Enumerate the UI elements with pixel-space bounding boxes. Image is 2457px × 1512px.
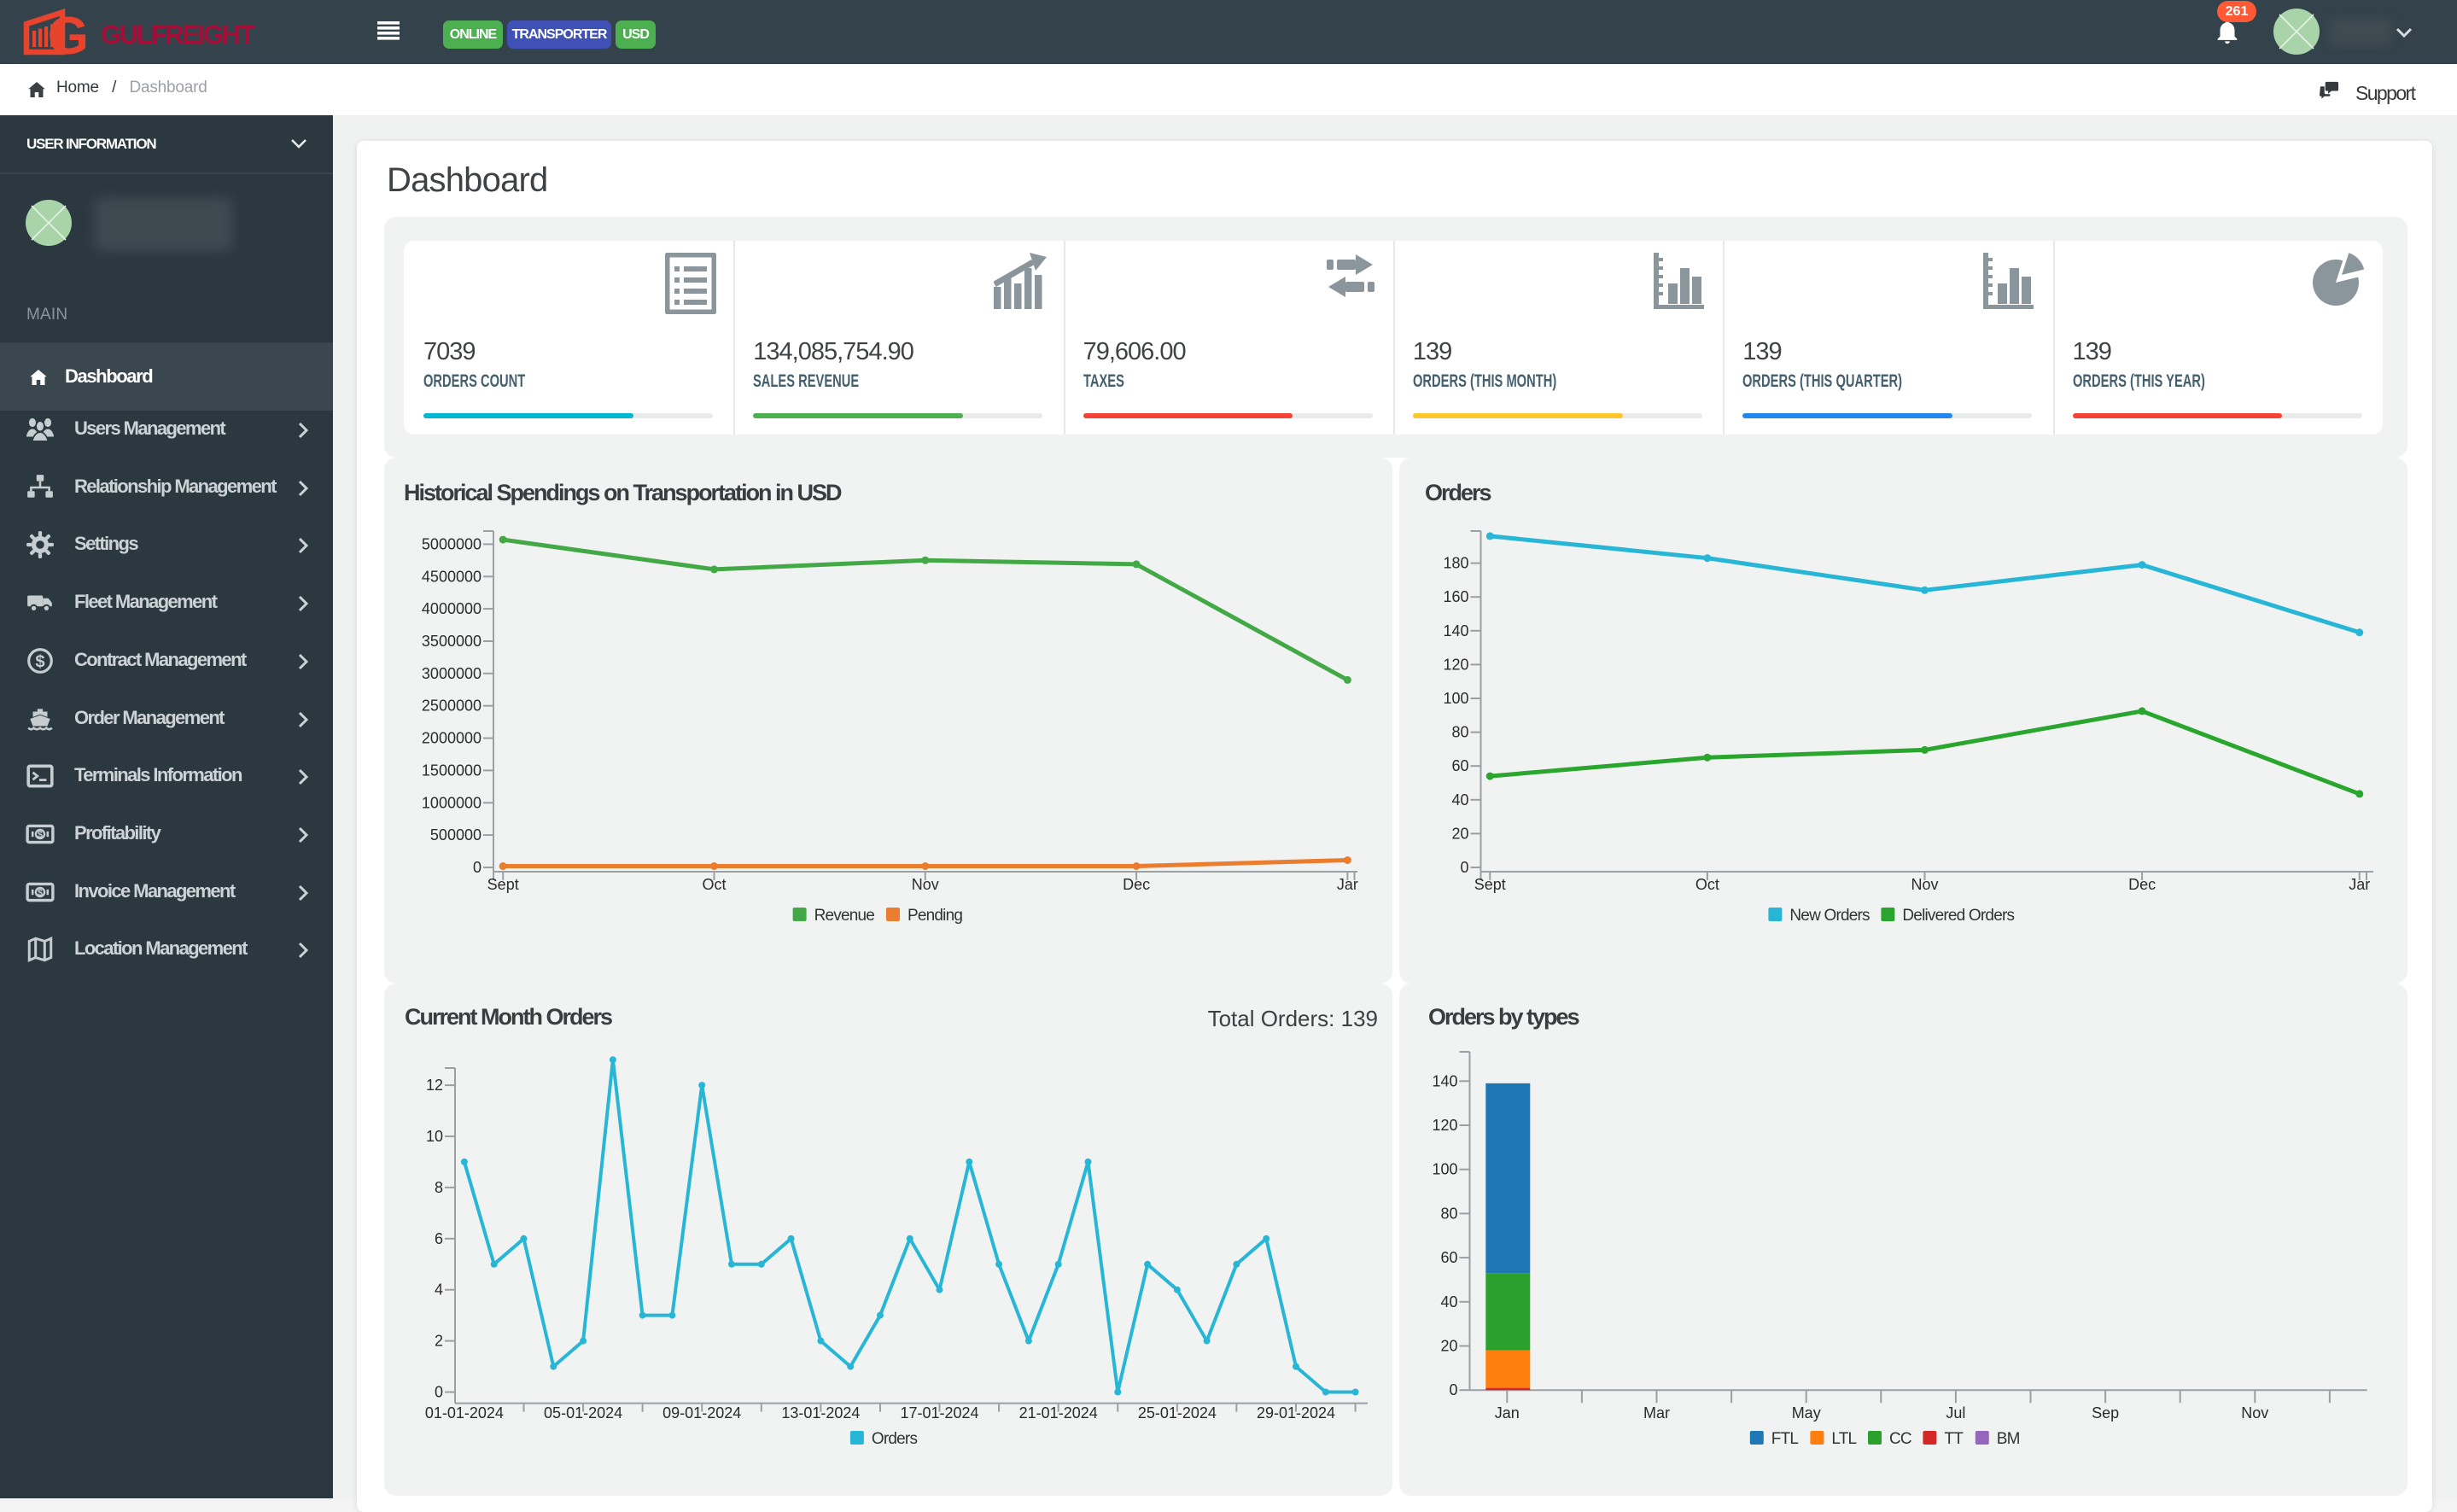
svg-text:Delivered Orders: Delivered Orders [1902,907,2014,925]
svg-text:10: 10 [426,1128,443,1145]
svg-text:25-01-2024: 25-01-2024 [1138,1404,1217,1422]
svg-text:Nov: Nov [1911,876,1938,893]
svg-text:Pending: Pending [908,907,962,925]
svg-text:6: 6 [435,1230,443,1247]
svg-text:LTL: LTL [1831,1430,1856,1448]
svg-text:4500000: 4500000 [422,568,481,585]
svg-text:3500000: 3500000 [422,633,481,650]
svg-text:17-01-2024: 17-01-2024 [900,1404,978,1422]
svg-text:Oct: Oct [1695,876,1719,893]
svg-text:Revenue: Revenue [814,907,875,925]
svg-text:Total Orders: 139: Total Orders: 139 [1208,1006,1378,1031]
svg-text:29-01-2024: 29-01-2024 [1257,1404,1335,1422]
svg-text:Current Month Orders: Current Month Orders [405,1004,612,1030]
svg-text:Orders by types: Orders by types [1428,1004,1579,1030]
svg-text:40: 40 [1451,791,1468,809]
svg-text:$: $ [38,887,43,897]
svg-text:Jar: Jar [1337,876,1358,893]
svg-text:Orders: Orders [872,1430,918,1448]
svg-text:Mar: Mar [1643,1404,1670,1422]
svg-text:140: 140 [1432,1072,1457,1089]
svg-text:BM: BM [1997,1430,2020,1448]
svg-text:FTL: FTL [1771,1430,1799,1448]
svg-text:2500000: 2500000 [422,698,481,715]
svg-text:Jan: Jan [1495,1404,1520,1422]
svg-text:May: May [1792,1404,1821,1422]
svg-text:Orders: Orders [1425,480,1491,505]
svg-text:Nov: Nov [2241,1404,2268,1422]
svg-text:CC: CC [1889,1430,1911,1448]
svg-text:20: 20 [1451,825,1468,842]
svg-text:20: 20 [1440,1338,1457,1355]
svg-text:100: 100 [1443,690,1468,707]
svg-text:21-01-2024: 21-01-2024 [1019,1404,1098,1422]
svg-text:500000: 500000 [430,826,481,844]
svg-text:Sept: Sept [487,876,519,893]
svg-text:0: 0 [1460,859,1468,876]
svg-text:120: 120 [1432,1117,1457,1134]
svg-text:140: 140 [1443,622,1468,639]
svg-text:2000000: 2000000 [422,730,481,747]
svg-text:0: 0 [435,1384,443,1401]
svg-text:5000000: 5000000 [422,535,481,552]
svg-text:$: $ [35,652,44,671]
svg-text:8: 8 [435,1179,443,1196]
svg-text:$: $ [38,830,43,840]
svg-text:80: 80 [1451,724,1468,741]
svg-text:Jul: Jul [1946,1404,1965,1422]
svg-text:Sept: Sept [1474,876,1506,893]
svg-text:40: 40 [1440,1293,1457,1311]
svg-text:TT: TT [1944,1430,1964,1448]
svg-text:New Orders: New Orders [1789,907,1870,925]
svg-text:0: 0 [473,859,481,876]
svg-text:1500000: 1500000 [422,762,481,779]
svg-text:4000000: 4000000 [422,600,481,617]
svg-text:Historical Spendings on Transp: Historical Spendings on Transportation i… [404,480,842,505]
svg-text:2: 2 [435,1333,443,1350]
svg-text:3000000: 3000000 [422,665,481,682]
svg-text:0: 0 [1449,1381,1457,1398]
svg-text:100: 100 [1432,1161,1457,1178]
svg-text:1000000: 1000000 [422,794,481,811]
svg-text:Oct: Oct [702,876,726,893]
svg-text:Nov: Nov [912,876,939,893]
svg-text:12: 12 [426,1077,443,1094]
svg-text:4: 4 [435,1281,443,1299]
svg-text:180: 180 [1443,555,1468,572]
svg-text:80: 80 [1440,1205,1457,1222]
svg-text:05-01-2024: 05-01-2024 [544,1404,622,1422]
svg-text:Dec: Dec [1123,876,1150,893]
svg-text:Jar: Jar [2349,876,2370,893]
svg-text:01-01-2024: 01-01-2024 [425,1404,504,1422]
svg-text:13-01-2024: 13-01-2024 [781,1404,860,1422]
svg-text:60: 60 [1440,1249,1457,1266]
svg-text:60: 60 [1451,757,1468,774]
svg-text:Dec: Dec [2128,876,2156,893]
svg-text:Sep: Sep [2092,1404,2119,1422]
svg-text:120: 120 [1443,656,1468,673]
svg-text:160: 160 [1443,588,1468,605]
svg-text:09-01-2024: 09-01-2024 [662,1404,741,1422]
